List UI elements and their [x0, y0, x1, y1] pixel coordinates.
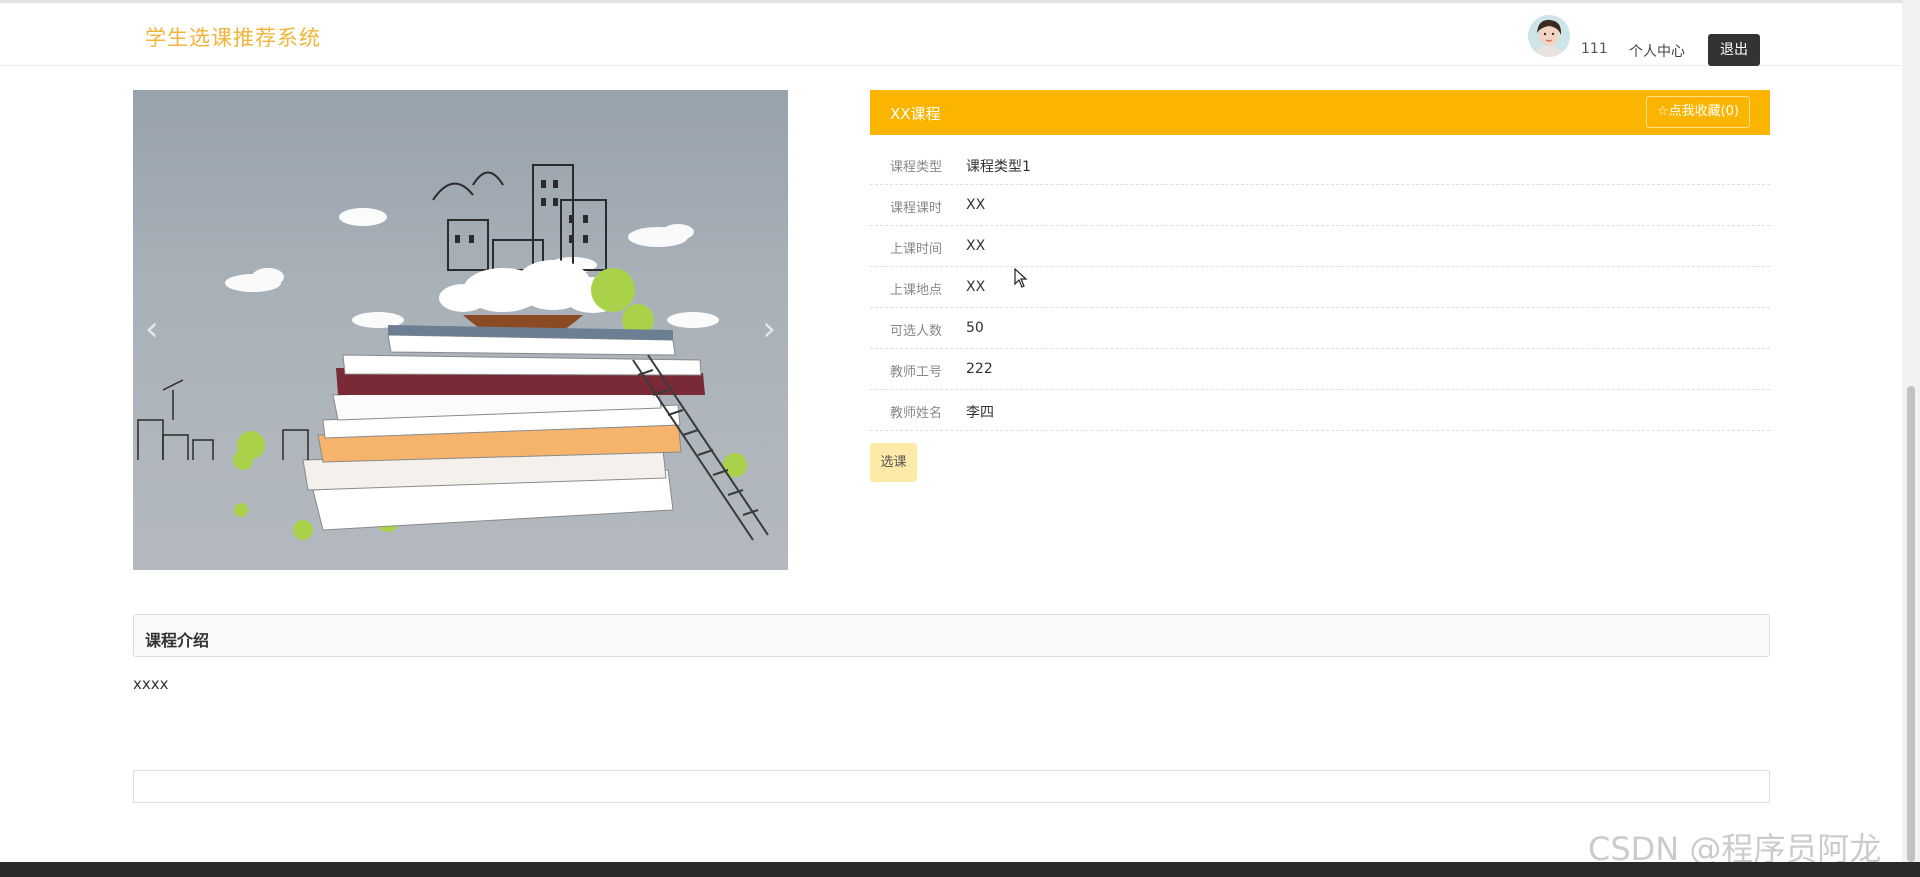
info-label: 课程类型 [890, 160, 943, 175]
info-label: 教师工号 [890, 365, 943, 380]
avatar-image [1528, 15, 1570, 57]
info-row-teacher-name: 教师姓名 李四 [870, 390, 1770, 431]
page-footer [0, 862, 1920, 877]
info-label: 课程课时 [890, 201, 943, 216]
info-value: 课程类型1 [966, 159, 1031, 175]
info-row-class-location: 上课地点 XX [870, 267, 1770, 308]
info-value: 50 [966, 320, 984, 336]
course-illustration [137, 164, 769, 541]
select-course-button[interactable]: 选课 [870, 443, 917, 482]
course-intro-header: 课程介绍 [133, 614, 1770, 657]
info-label: 可选人数 [890, 324, 943, 339]
info-row-course-type: 课程类型 课程类型1 [870, 144, 1770, 185]
site-brand[interactable]: 学生选课推荐系统 [145, 22, 321, 52]
carousel-prev-arrow-icon[interactable]: ‹ [145, 312, 159, 346]
user-avatar[interactable] [1528, 15, 1570, 57]
empty-panel [133, 770, 1770, 803]
info-value: 李四 [966, 405, 994, 421]
mouse-cursor-icon [1014, 268, 1028, 288]
info-label: 上课地点 [890, 283, 943, 298]
info-value: 222 [966, 361, 993, 377]
info-row-capacity: 可选人数 50 [870, 308, 1770, 349]
course-detail-header: XX课程 ☆点我收藏(0) [870, 90, 1770, 135]
course-info-table: 课程类型 课程类型1 课程课时 XX 上课时间 XX 上课地点 XX 可选人数 … [870, 144, 1770, 431]
vertical-scrollbar[interactable] [1902, 0, 1920, 877]
info-row-teacher-id: 教师工号 222 [870, 349, 1770, 390]
carousel-next-arrow-icon[interactable]: › [762, 312, 776, 346]
username-label: 111 [1581, 41, 1608, 57]
logout-button[interactable]: 退出 [1708, 34, 1760, 66]
course-title: XX课程 [890, 105, 941, 123]
info-value: XX [966, 238, 986, 254]
info-label: 上课时间 [890, 242, 943, 257]
info-row-class-time: 上课时间 XX [870, 226, 1770, 267]
course-image-carousel[interactable]: ‹ › [133, 90, 788, 570]
scrollbar-thumb[interactable] [1907, 386, 1915, 862]
top-navbar: 学生选课推荐系统 111 个人中心 退出 [0, 0, 1920, 66]
info-value: XX [966, 279, 986, 295]
course-intro-content: xxxx [133, 675, 169, 693]
user-center-link[interactable]: 个人中心 [1629, 41, 1685, 61]
favorite-button[interactable]: ☆点我收藏(0) [1645, 96, 1750, 128]
info-value: XX [966, 197, 986, 213]
course-intro-title: 课程介绍 [145, 631, 210, 650]
info-row-course-hours: 课程课时 XX [870, 185, 1770, 226]
info-label: 教师姓名 [890, 406, 943, 421]
